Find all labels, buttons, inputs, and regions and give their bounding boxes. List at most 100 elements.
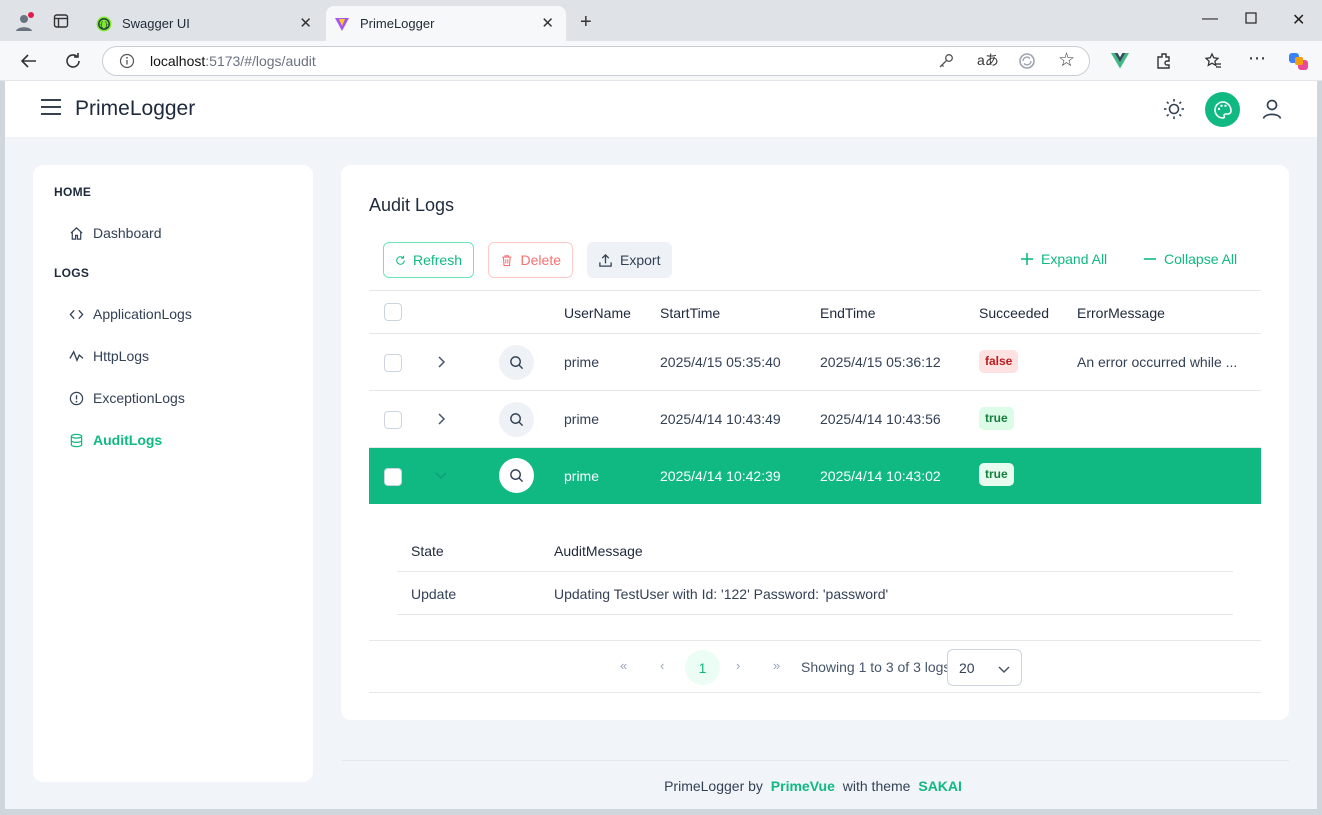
table-row[interactable]: prime 2025/4/15 05:35:40 2025/4/15 05:36… (369, 334, 1261, 391)
sidebar-item-httplogs[interactable]: HttpLogs (69, 346, 149, 366)
chevron-right-icon[interactable] (434, 355, 448, 369)
tab-actions-icon[interactable] (53, 13, 69, 32)
prev-page-icon[interactable]: ‹ (660, 658, 664, 673)
expand-all-button[interactable]: Expand All (1020, 251, 1107, 267)
chevron-right-icon[interactable] (434, 412, 448, 426)
app-brand[interactable]: PrimeLogger (75, 97, 195, 121)
favorite-star-icon[interactable]: ☆ (1058, 51, 1075, 70)
view-details-button[interactable] (499, 402, 534, 437)
delete-button[interactable]: Delete (488, 242, 573, 278)
address-bar: localhost:5173/#/logs/audit aあ ☆ ⋯ (0, 41, 1322, 81)
reload-icon[interactable] (64, 52, 82, 73)
sync-icon[interactable] (1018, 52, 1036, 73)
cell-username: prime (564, 468, 600, 484)
refresh-icon (396, 255, 405, 265)
column-header[interactable]: ErrorMessage (1077, 305, 1165, 321)
row-checkbox[interactable] (384, 354, 402, 372)
refresh-button[interactable]: Refresh (383, 242, 474, 278)
detail-row: Update Updating TestUser with Id: '122' … (397, 572, 1233, 615)
rows-per-page-select[interactable]: 20 (947, 649, 1022, 686)
sidebar-item-auditlogs[interactable]: AuditLogs (69, 430, 162, 450)
footer-prefix: PrimeLogger by (664, 778, 763, 794)
minimize-icon[interactable]: — (1202, 10, 1218, 28)
sun-icon[interactable] (1162, 97, 1186, 121)
maximize-icon[interactable] (1245, 11, 1257, 29)
sidebar-item-label: AuditLogs (93, 432, 163, 448)
tab-swagger-ui[interactable]: {} Swagger UI ✕ (88, 6, 324, 41)
close-tab-icon[interactable]: ✕ (299, 14, 312, 32)
close-tab-icon[interactable]: ✕ (541, 14, 554, 32)
paginator: « ‹ 1 › » Showing 1 to 3 of 3 logs 20 (369, 640, 1261, 693)
cell-endtime: 2025/4/14 10:43:56 (820, 411, 941, 427)
exclamation-circle-icon (69, 391, 84, 405)
more-options-icon[interactable]: ⋯ (1248, 49, 1266, 67)
tab-primelogger[interactable]: PrimeLogger ✕ (326, 6, 566, 41)
menu-toggle-icon[interactable] (41, 99, 61, 115)
table-row-selected[interactable]: prime 2025/4/14 10:42:39 2025/4/14 10:43… (369, 448, 1261, 504)
column-header[interactable]: UserName (564, 305, 631, 321)
app-root: PrimeLogger HOME Dashboard LOGS Applicat… (5, 81, 1317, 809)
extensions-icon[interactable] (1155, 52, 1173, 73)
expand-all-label: Expand All (1041, 251, 1108, 267)
trash-icon (502, 254, 512, 266)
new-tab-icon[interactable]: + (580, 12, 592, 32)
audit-logs-card: Audit Logs Refresh Delete Export Expand … (341, 165, 1289, 720)
primevue-link[interactable]: PrimeVue (771, 778, 835, 794)
close-window-icon[interactable]: ✕ (1292, 10, 1305, 30)
sidebar-item-label: HttpLogs (93, 348, 150, 364)
row-checkbox[interactable] (384, 468, 402, 486)
browser-tab-bar: {} Swagger UI ✕ PrimeLogger ✕ + — ✕ (0, 0, 1322, 41)
cell-starttime: 2025/4/14 10:42:39 (660, 468, 781, 484)
info-icon[interactable] (119, 53, 135, 69)
palette-icon (1213, 100, 1232, 119)
first-page-icon[interactable]: « (620, 658, 627, 673)
view-details-button[interactable] (499, 345, 534, 380)
cell-starttime: 2025/4/14 10:43:49 (660, 411, 781, 427)
detail-state: Update (411, 586, 457, 602)
sidebar-item-dashboard[interactable]: Dashboard (69, 223, 162, 243)
search-icon (510, 413, 524, 427)
cell-endtime: 2025/4/14 10:43:02 (820, 468, 941, 484)
last-page-icon[interactable]: » (773, 658, 780, 673)
translate-icon[interactable]: aあ (977, 53, 999, 67)
pagination-info: Showing 1 to 3 of 3 logs (801, 659, 951, 675)
status-badge: true (979, 407, 1014, 430)
key-icon[interactable] (938, 53, 954, 72)
export-button[interactable]: Export (587, 242, 672, 278)
tab-title: Swagger UI (122, 16, 190, 31)
cell-username: prime (564, 411, 600, 427)
sakai-link[interactable]: SAKAI (918, 778, 962, 794)
vue-devtools-icon[interactable] (1111, 53, 1129, 72)
sidebar-item-label: Dashboard (93, 225, 162, 241)
view-details-button[interactable] (499, 458, 534, 493)
select-all-checkbox[interactable] (384, 303, 402, 321)
page-button-current[interactable]: 1 (685, 650, 720, 685)
user-icon[interactable] (1260, 97, 1284, 121)
chevron-down-icon (998, 666, 1010, 674)
table-row[interactable]: prime 2025/4/14 10:43:49 2025/4/14 10:43… (369, 391, 1261, 448)
column-header[interactable]: StartTime (660, 305, 720, 321)
copilot-icon[interactable] (1288, 51, 1309, 75)
profile-icon[interactable] (14, 12, 34, 35)
column-header[interactable]: EndTime (820, 305, 876, 321)
search-icon (510, 469, 524, 483)
detail-column-header: AuditMessage (554, 543, 643, 559)
chevron-down-icon[interactable] (434, 468, 448, 482)
row-checkbox[interactable] (384, 411, 402, 429)
cell-errormessage: An error occurred while ... (1077, 354, 1238, 370)
status-badge: false (979, 350, 1019, 373)
sidebar-item-exceptionlogs[interactable]: ExceptionLogs (69, 388, 185, 408)
minus-icon (1144, 258, 1156, 260)
page-title: Audit Logs (369, 195, 455, 215)
sidebar-item-applicationlogs[interactable]: ApplicationLogs (69, 304, 192, 324)
sidebar-section-logs: LOGS (54, 266, 90, 280)
url-path: :5173/#/logs/audit (205, 53, 316, 69)
palette-button[interactable] (1205, 92, 1240, 127)
next-page-icon[interactable]: › (736, 658, 740, 673)
collapse-all-button[interactable]: Collapse All (1143, 251, 1237, 267)
column-header[interactable]: Succeeded (979, 305, 1049, 321)
cell-endtime: 2025/4/15 05:36:12 (820, 354, 941, 370)
favorites-icon[interactable] (1204, 52, 1222, 73)
database-icon (70, 433, 83, 447)
back-icon[interactable] (20, 52, 38, 73)
